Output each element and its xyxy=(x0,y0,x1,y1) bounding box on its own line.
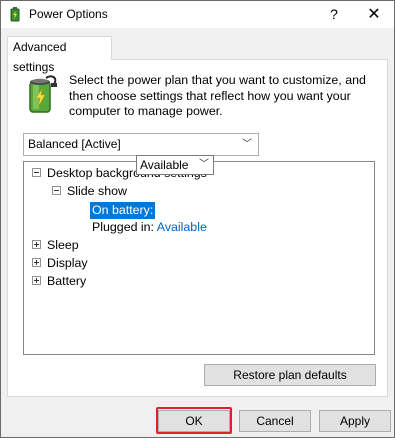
power-options-icon xyxy=(10,7,20,22)
tree-item-on-battery[interactable]: On battery: xyxy=(90,201,156,219)
settings-tree[interactable]: Desktop background settings Slide show O… xyxy=(23,161,375,355)
expand-icon[interactable] xyxy=(32,240,41,250)
tree-label: Display xyxy=(47,256,88,270)
on-battery-value: Available xyxy=(140,158,189,172)
expand-icon[interactable] xyxy=(32,276,41,286)
tree-item-display[interactable]: Display xyxy=(32,254,88,272)
plugged-in-value[interactable]: Available xyxy=(157,220,207,234)
apply-button[interactable]: Apply xyxy=(319,410,391,432)
collapse-icon[interactable] xyxy=(32,168,41,178)
intro-line-2: then choose settings that reflect how yo… xyxy=(69,88,351,103)
restore-plan-defaults-button[interactable]: Restore plan defaults xyxy=(204,364,376,386)
ok-button[interactable]: OK xyxy=(158,410,230,432)
on-battery-label: On battery: xyxy=(90,202,156,219)
expand-icon[interactable] xyxy=(32,258,41,268)
chevron-down-icon: ﹀ xyxy=(242,139,252,150)
intro-line-1: Select the power plan that you want to c… xyxy=(69,73,366,87)
tree-item-sleep[interactable]: Sleep xyxy=(32,236,79,254)
on-battery-dropdown[interactable]: Available ﹀ xyxy=(136,155,214,175)
close-button[interactable]: ✕ xyxy=(354,1,394,28)
power-options-dialog: Power Options ? ✕ Advanced settings Sele… xyxy=(0,0,395,438)
battery-plug-icon xyxy=(29,75,57,113)
tree-label: Sleep xyxy=(47,238,79,252)
power-plan-dropdown[interactable]: Balanced [Active] ﹀ xyxy=(23,133,259,156)
chevron-down-icon: ﹀ xyxy=(199,159,209,170)
tab-panel: Select the power plan that you want to c… xyxy=(7,59,388,397)
window-title: Power Options xyxy=(29,7,108,21)
tree-item-slide-show[interactable]: Slide show xyxy=(52,182,127,200)
tree-label: Slide show xyxy=(67,184,127,198)
intro-text: Select the power plan that you want to c… xyxy=(69,73,379,120)
tab-advanced-settings[interactable]: Advanced settings xyxy=(7,36,112,74)
help-button[interactable]: ? xyxy=(314,1,354,28)
tree-label: Battery xyxy=(47,274,87,288)
cancel-button[interactable]: Cancel xyxy=(239,410,311,432)
title-bar: Power Options ? ✕ xyxy=(1,1,394,28)
tree-item-battery[interactable]: Battery xyxy=(32,272,86,290)
intro-line-3: computer to manage power. xyxy=(69,104,223,119)
collapse-icon[interactable] xyxy=(52,186,61,196)
power-plan-selected: Balanced [Active] xyxy=(28,137,121,151)
plugged-in-label: Plugged in: xyxy=(92,220,155,234)
tree-item-plugged-in[interactable]: Plugged in: Available xyxy=(92,218,207,236)
